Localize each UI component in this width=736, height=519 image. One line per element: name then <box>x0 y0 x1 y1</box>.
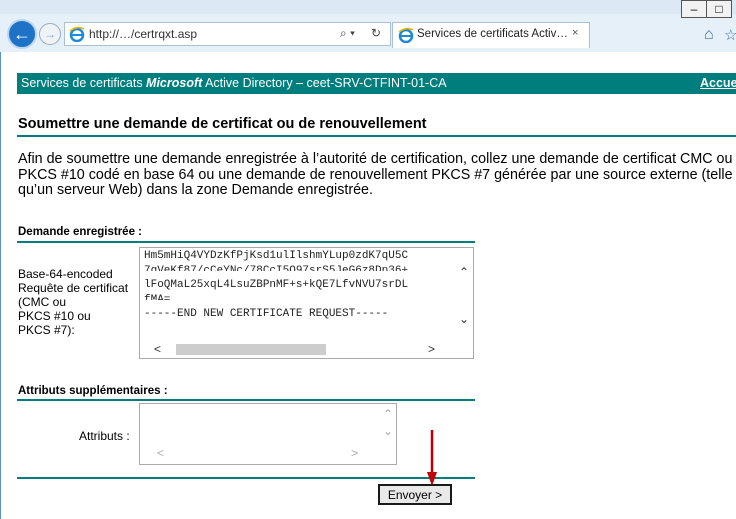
favorites-star-icon[interactable]: ☆ <box>724 26 736 44</box>
home-icon[interactable]: ⌂ <box>704 26 714 44</box>
banner-suffix: Active Directory – ceet-SRV-CTFINT-01-CA <box>202 76 447 90</box>
scroll-right-icon[interactable]: > <box>351 446 358 460</box>
saved-request-heading: Demande enregistrée : <box>18 226 142 238</box>
forward-button[interactable]: → <box>39 23 61 45</box>
scroll-down-icon[interactable]: ⌄ <box>459 312 469 326</box>
vertical-scrollbar[interactable]: ⌃ ⌄ <box>455 248 473 342</box>
saved-request-label-line: PKCS #10 ou <box>18 309 91 323</box>
browser-chrome: – □ ← → http://…/certrqxt.asp ⌕ ▾ ↻ Serv <box>0 0 736 52</box>
textarea-line: -----END NEW CERTIFICATE REQUEST----- <box>144 308 389 320</box>
textarea-line: 7gVeKf87/cCeYNc/78CcI5O97srS5JeG6z8Dp36+ <box>144 265 409 277</box>
extra-attributes-divider <box>17 399 475 401</box>
saved-request-divider <box>17 241 475 243</box>
red-arrow-annotation <box>427 430 437 486</box>
scroll-up-icon[interactable]: ⌃ <box>459 265 469 279</box>
banner-title: Services de certificats Microsoft Active… <box>21 76 447 90</box>
scroll-up-icon[interactable]: ⌃ <box>383 407 393 421</box>
home-link[interactable]: Accue <box>700 76 736 90</box>
horizontal-scrollbar[interactable]: < > <box>140 341 456 358</box>
ie-logo-icon <box>398 27 414 43</box>
tab-certificate-services[interactable]: Services de certificats Activ… × <box>392 22 590 48</box>
saved-request-label: Base-64-encoded Requête de certificat (C… <box>18 267 138 337</box>
close-tab-icon[interactable]: × <box>572 27 578 39</box>
ie-logo-icon <box>69 26 85 42</box>
tab-title: Services de certificats Activ… <box>417 28 568 40</box>
form-bottom-divider <box>17 477 475 479</box>
saved-request-label-line: Requête de certificat <box>18 281 129 295</box>
arrow-right-icon: → <box>44 27 56 41</box>
minimize-button[interactable]: – <box>681 0 707 18</box>
scroll-right-icon[interactable]: > <box>428 342 435 356</box>
banner-brand: Microsoft <box>146 76 203 90</box>
title-bar <box>0 0 736 14</box>
address-bar[interactable]: http://…/certrqxt.asp ⌕ ▾ ↻ <box>64 22 391 46</box>
saved-request-textarea[interactable]: Hm5mHiQ4VYDzKfPjKsd1ulIlshmYLup0zdK7qU5C… <box>139 247 474 359</box>
back-button[interactable]: ← <box>7 19 37 49</box>
saved-request-label-line: (CMC ou <box>18 295 67 309</box>
attributes-label: Attributs : <box>79 429 130 443</box>
arrow-left-icon: ← <box>13 24 31 44</box>
refresh-icon[interactable]: ↻ <box>371 26 381 40</box>
scroll-left-icon[interactable]: < <box>154 342 161 356</box>
saved-request-label-line: Base-64-encoded <box>18 267 113 281</box>
scroll-left-icon[interactable]: < <box>157 446 164 460</box>
textarea-line: lFoQMaL25xqL4LsuZBPnMF+s+kQE7LfvNVU7srDL <box>144 279 409 291</box>
textarea-line: Hm5mHiQ4VYDzKfPjKsd1ulIlshmYLup0zdK7qU5C <box>144 250 409 262</box>
textarea-line: fMA= <box>144 294 171 306</box>
header-banner: Services de certificats Microsoft Active… <box>17 73 736 94</box>
attributes-textarea[interactable]: ⌃ ⌄ < > <box>139 403 397 465</box>
maximize-button[interactable]: □ <box>706 0 732 18</box>
search-dropdown-icon[interactable]: ⌕ ▾ <box>340 26 355 41</box>
saved-request-label-line: PKCS #7): <box>18 323 75 337</box>
page-title: Soumettre une demande de certificat ou d… <box>18 116 427 132</box>
address-url[interactable]: http://…/certrqxt.asp <box>89 27 197 41</box>
title-divider <box>17 135 736 137</box>
page-content: Services de certificats Microsoft Active… <box>0 52 736 519</box>
browser-window: – □ ← → http://…/certrqxt.asp ⌕ ▾ ↻ Serv <box>0 0 736 519</box>
scroll-down-icon[interactable]: ⌄ <box>383 424 393 438</box>
intro-text: Afin de soumettre une demande enregistré… <box>18 151 733 198</box>
submit-button[interactable]: Envoyer > <box>378 484 452 505</box>
banner-prefix: Services de certificats <box>21 76 147 90</box>
horizontal-scroll-thumb[interactable] <box>176 344 326 355</box>
extra-attributes-heading: Attributs supplémentaires : <box>18 385 168 397</box>
